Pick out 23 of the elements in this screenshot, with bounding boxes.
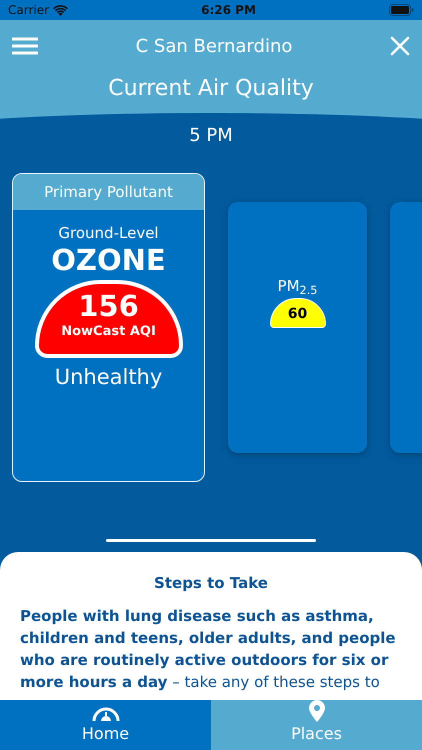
aqi-category: Unhealthy — [54, 365, 162, 390]
menu-button[interactable] — [12, 37, 38, 55]
pollutant-card[interactable]: PM$_{2.5}$ 60 — [228, 202, 367, 453]
carrier-label: Carrier — [8, 2, 50, 19]
tab-button[interactable]: Places — [211, 700, 422, 750]
steps-title: Steps to Take — [154, 574, 268, 592]
status-time: 6:26 PM — [201, 2, 256, 19]
tab-button[interactable]: Home — [0, 700, 211, 750]
steps-text: People with lung disease such as asthma, children and teens, older adults, and people who are routinely active outdoors for six or more hours a day – take any of these steps to — [20, 606, 397, 692]
close-button[interactable] — [390, 36, 410, 56]
card-heading: Primary Pollutant — [44, 183, 173, 201]
page-title: Current Air Quality — [108, 76, 314, 101]
battery-icon — [389, 4, 414, 16]
wifi-icon — [53, 4, 68, 16]
pollutant-name: OZONE — [51, 242, 166, 276]
aqi-label: NowCast AQI — [60, 325, 157, 338]
pollutant-card[interactable]: Primary Pollutant Ground-Level OZONE 156 NowCast AQI Unhealthy — [12, 173, 205, 482]
aqi-badge: 60 — [270, 298, 326, 328]
pollutant-name: PM$_{2.5}$ — [278, 277, 318, 295]
pollutant-qualifier: Ground-Level — [58, 224, 159, 242]
aqi-value: 156 — [77, 292, 140, 322]
location-title: C San Bernardino — [136, 34, 292, 58]
hour-label: 5 PM — [189, 125, 233, 146]
